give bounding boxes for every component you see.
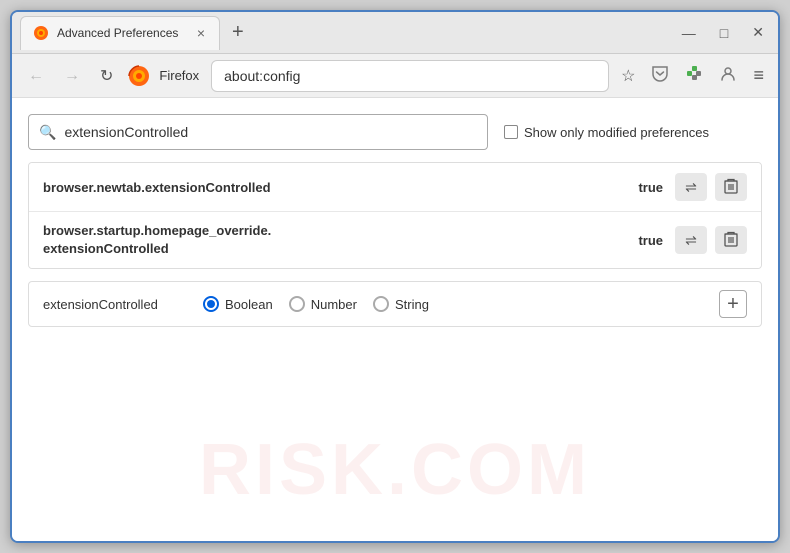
- search-row: 🔍 Show only modified preferences: [28, 114, 762, 150]
- search-input[interactable]: [64, 124, 477, 140]
- content-area: RISK.COM 🔍 Show only modified preference…: [12, 98, 778, 541]
- bookmark-icon[interactable]: ☆: [617, 62, 639, 90]
- pref-name-1: browser.newtab.extensionControlled: [43, 180, 626, 195]
- tab-close-button[interactable]: ×: [195, 25, 207, 41]
- number-label: Number: [311, 297, 357, 312]
- nav-icons: ☆ ≡: [617, 60, 768, 91]
- address-text: about:config: [224, 68, 300, 84]
- search-icon: 🔍: [39, 124, 56, 141]
- number-option[interactable]: Number: [289, 296, 357, 312]
- profile-icon[interactable]: [715, 60, 741, 91]
- string-label: String: [395, 297, 429, 312]
- toggle-button-2[interactable]: ⇌: [675, 226, 707, 254]
- reload-button[interactable]: ↻: [94, 62, 119, 90]
- add-preference-button[interactable]: +: [719, 290, 747, 318]
- browser-window: Advanced Preferences × + — □ ✕ ← → ↻ Fir…: [10, 10, 780, 543]
- add-preference-row: extensionControlled Boolean Number Strin…: [28, 281, 762, 327]
- delete-button-2[interactable]: [715, 226, 747, 254]
- tab-favicon: [33, 25, 49, 41]
- restore-button[interactable]: □: [714, 21, 734, 45]
- boolean-radio[interactable]: [203, 296, 219, 312]
- toggle-icon: ⇌: [685, 232, 697, 249]
- row-actions-1: ⇌: [675, 173, 747, 201]
- extension-icon[interactable]: [681, 60, 707, 91]
- string-option[interactable]: String: [373, 296, 429, 312]
- nav-bar: ← → ↻ Firefox about:config ☆: [12, 54, 778, 98]
- string-radio[interactable]: [373, 296, 389, 312]
- table-row: browser.newtab.extensionControlled true …: [29, 163, 761, 212]
- forward-button[interactable]: →: [58, 63, 86, 89]
- delete-button-1[interactable]: [715, 173, 747, 201]
- back-button[interactable]: ←: [22, 63, 50, 89]
- minimize-button[interactable]: —: [676, 21, 702, 45]
- preference-search-box[interactable]: 🔍: [28, 114, 488, 150]
- number-radio[interactable]: [289, 296, 305, 312]
- show-modified-label[interactable]: Show only modified preferences: [504, 125, 709, 140]
- firefox-label: Firefox: [159, 68, 199, 83]
- pref-value-2: true: [626, 233, 663, 248]
- close-window-button[interactable]: ✕: [746, 20, 770, 45]
- toggle-icon: ⇌: [685, 179, 697, 196]
- pref-name-2: browser.startup.homepage_override.extens…: [43, 222, 626, 258]
- table-row: browser.startup.homepage_override.extens…: [29, 212, 761, 268]
- watermark: RISK.COM: [199, 429, 591, 511]
- row-actions-2: ⇌: [675, 226, 747, 254]
- pocket-icon[interactable]: [647, 60, 673, 91]
- hamburger-menu-icon[interactable]: ≡: [749, 61, 768, 90]
- boolean-label: Boolean: [225, 297, 273, 312]
- window-controls: — □ ✕: [676, 20, 770, 45]
- delete-icon: [724, 178, 738, 197]
- boolean-option[interactable]: Boolean: [203, 296, 273, 312]
- type-radio-group: Boolean Number String: [203, 296, 429, 312]
- firefox-logo: [127, 64, 151, 88]
- browser-tab[interactable]: Advanced Preferences ×: [20, 16, 220, 50]
- results-table: browser.newtab.extensionControlled true …: [28, 162, 762, 269]
- address-bar[interactable]: about:config: [211, 60, 609, 92]
- pref-value-1: true: [626, 180, 663, 195]
- show-modified-checkbox[interactable]: [504, 125, 518, 139]
- toggle-button-1[interactable]: ⇌: [675, 173, 707, 201]
- delete-icon: [724, 231, 738, 250]
- new-tab-button[interactable]: +: [224, 21, 252, 44]
- tab-title: Advanced Preferences: [57, 26, 187, 40]
- new-pref-name: extensionControlled: [43, 297, 183, 312]
- title-bar: Advanced Preferences × + — □ ✕: [12, 12, 778, 54]
- show-modified-text: Show only modified preferences: [524, 125, 709, 140]
